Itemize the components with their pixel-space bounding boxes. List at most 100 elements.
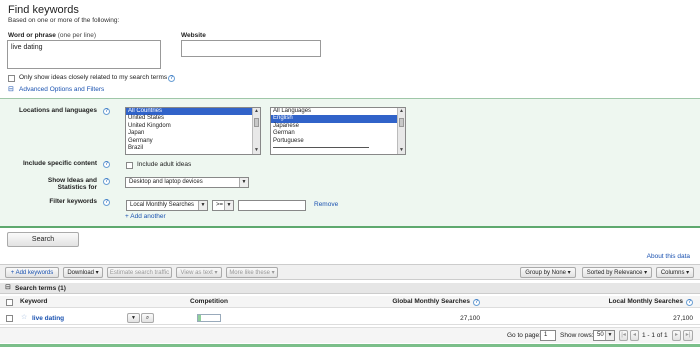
- competition-column-header[interactable]: Competition: [190, 298, 228, 305]
- sorted-by-button[interactable]: Sorted by Relevance ▾: [582, 267, 652, 278]
- help-icon[interactable]: ?: [103, 108, 110, 115]
- global-searches-cell: 27,100: [460, 315, 480, 322]
- language-option[interactable]: Japanese: [271, 123, 405, 130]
- filter-metric-value: Local Monthly Searches: [130, 202, 195, 208]
- languages-scrollbar[interactable]: ▲ ▼: [397, 108, 405, 154]
- estimate-traffic-button[interactable]: Estimate search traffic: [107, 267, 172, 278]
- add-keywords-button[interactable]: + Add keywords: [5, 267, 59, 278]
- chevron-down-icon: ▾: [644, 270, 648, 276]
- languages-listbox[interactable]: All Languages English Japanese German Po…: [270, 107, 406, 155]
- website-input[interactable]: [181, 40, 321, 57]
- magnify-icon[interactable]: ⌕: [141, 313, 154, 323]
- show-rows-label: Show rows:: [560, 332, 594, 339]
- collapse-section-icon[interactable]: ⊟: [5, 283, 11, 291]
- country-option[interactable]: United States: [126, 115, 260, 122]
- word-phrase-label-text: Word or phrase: [8, 32, 56, 39]
- select-all-checkbox[interactable]: [6, 299, 13, 306]
- keyword-menu-button[interactable]: ▼: [127, 313, 140, 323]
- about-data-link[interactable]: About this data: [647, 253, 690, 260]
- next-page-icon[interactable]: ▸: [672, 330, 681, 341]
- filter-operator-value: >=: [216, 202, 224, 208]
- scroll-thumb[interactable]: [254, 118, 259, 127]
- local-searches-column-header[interactable]: Local Monthly Searches: [580, 298, 683, 305]
- locations-label: Locations and languages: [18, 107, 97, 114]
- remove-filter-link[interactable]: Remove: [314, 201, 338, 208]
- sorted-by-label: Sorted by Relevance: [586, 270, 643, 276]
- country-option[interactable]: All Countries: [126, 108, 260, 116]
- competition-bar: [197, 314, 221, 322]
- keyword-column-header[interactable]: Keyword: [20, 298, 47, 305]
- page-title: Find keywords: [8, 4, 79, 16]
- goto-page-label: Go to page:: [507, 332, 541, 339]
- chevron-down-icon: ▾: [214, 270, 218, 276]
- first-page-icon[interactable]: |◂: [619, 330, 628, 341]
- filter-operator-select[interactable]: >= ▼: [212, 200, 234, 211]
- word-phrase-input[interactable]: live dating: [7, 40, 161, 69]
- website-label: Website: [181, 32, 206, 39]
- word-phrase-hint: (one per line): [57, 32, 97, 39]
- scroll-down-icon[interactable]: ▼: [398, 147, 405, 154]
- collapse-icon[interactable]: ⊟: [8, 85, 14, 93]
- chevron-down-icon[interactable]: ▼: [605, 331, 614, 340]
- scroll-thumb[interactable]: [399, 118, 404, 127]
- show-ideas-label-line: Show Ideas and: [47, 177, 97, 184]
- only-show-label: Only show ideas closely related to my se…: [19, 74, 168, 81]
- country-option[interactable]: Japan: [126, 130, 260, 137]
- chevron-down-icon[interactable]: ▼: [198, 201, 207, 210]
- help-icon[interactable]: ?: [168, 75, 175, 82]
- help-icon[interactable]: ?: [103, 178, 110, 185]
- group-by-button[interactable]: Group by None ▾: [520, 267, 576, 278]
- language-divider: [273, 146, 369, 148]
- countries-scrollbar[interactable]: ▲ ▼: [252, 108, 260, 154]
- global-searches-column-header[interactable]: Global Monthly Searches: [380, 298, 470, 305]
- help-icon[interactable]: ?: [473, 299, 480, 306]
- help-icon[interactable]: ?: [103, 161, 110, 168]
- more-like-these-button[interactable]: More like these ▾: [226, 267, 278, 278]
- prev-page-icon[interactable]: ◂: [630, 330, 639, 341]
- only-show-checkbox[interactable]: [8, 75, 15, 82]
- countries-listbox[interactable]: All Countries United States United Kingd…: [125, 107, 261, 155]
- local-searches-cell: 27,100: [673, 315, 693, 322]
- chevron-down-icon: ▾: [271, 270, 275, 276]
- view-as-text-label: View as text: [180, 270, 213, 276]
- more-like-these-label: More like these: [229, 270, 270, 276]
- help-icon[interactable]: ?: [103, 199, 110, 206]
- language-option[interactable]: German: [271, 130, 405, 137]
- language-option[interactable]: English: [271, 115, 405, 123]
- help-icon[interactable]: ?: [686, 299, 693, 306]
- star-icon[interactable]: ☆: [21, 313, 27, 321]
- language-option[interactable]: All Languages: [271, 108, 405, 115]
- page-range: 1 - 1 of 1: [642, 332, 668, 339]
- table-row: [0, 310, 700, 325]
- download-button[interactable]: Download ▾: [63, 267, 103, 278]
- add-filter-link[interactable]: + Add another: [125, 213, 166, 220]
- scroll-up-icon[interactable]: ▲: [253, 108, 260, 115]
- page-subtitle: Based on one or more of the following:: [8, 17, 120, 24]
- chevron-down-icon: ▾: [686, 270, 690, 276]
- country-option[interactable]: United Kingdom: [126, 123, 260, 130]
- country-option[interactable]: Germany: [126, 138, 260, 145]
- scroll-down-icon[interactable]: ▼: [253, 147, 260, 154]
- adult-ideas-checkbox[interactable]: [126, 162, 133, 169]
- section-title: Search terms (1): [15, 285, 66, 292]
- chevron-down-icon[interactable]: ▼: [224, 201, 233, 210]
- device-select[interactable]: Desktop and laptop devices ▼: [125, 177, 249, 188]
- goto-page-input[interactable]: 1: [540, 330, 556, 341]
- columns-button[interactable]: Columns ▾: [656, 267, 694, 278]
- scroll-up-icon[interactable]: ▲: [398, 108, 405, 115]
- filter-metric-select[interactable]: Local Monthly Searches ▼: [126, 200, 208, 211]
- row-checkbox[interactable]: [6, 315, 13, 322]
- search-button[interactable]: Search: [7, 232, 79, 247]
- adult-ideas-label: Include adult ideas: [137, 161, 192, 168]
- rows-per-page-select[interactable]: 50 ▼: [593, 330, 615, 341]
- chevron-down-icon[interactable]: ▼: [239, 178, 248, 187]
- last-page-icon[interactable]: ▸|: [683, 330, 693, 341]
- filter-value-input[interactable]: [238, 200, 306, 211]
- chevron-down-icon: ▾: [567, 270, 571, 276]
- keyword-cell[interactable]: live dating: [32, 315, 64, 322]
- include-content-label: Include specific content: [22, 160, 97, 167]
- advanced-options-link[interactable]: Advanced Options and Filters: [19, 86, 104, 93]
- country-option[interactable]: Brazil: [126, 145, 260, 152]
- language-option[interactable]: Portuguese: [271, 138, 405, 145]
- view-as-text-button[interactable]: View as text ▾: [176, 267, 222, 278]
